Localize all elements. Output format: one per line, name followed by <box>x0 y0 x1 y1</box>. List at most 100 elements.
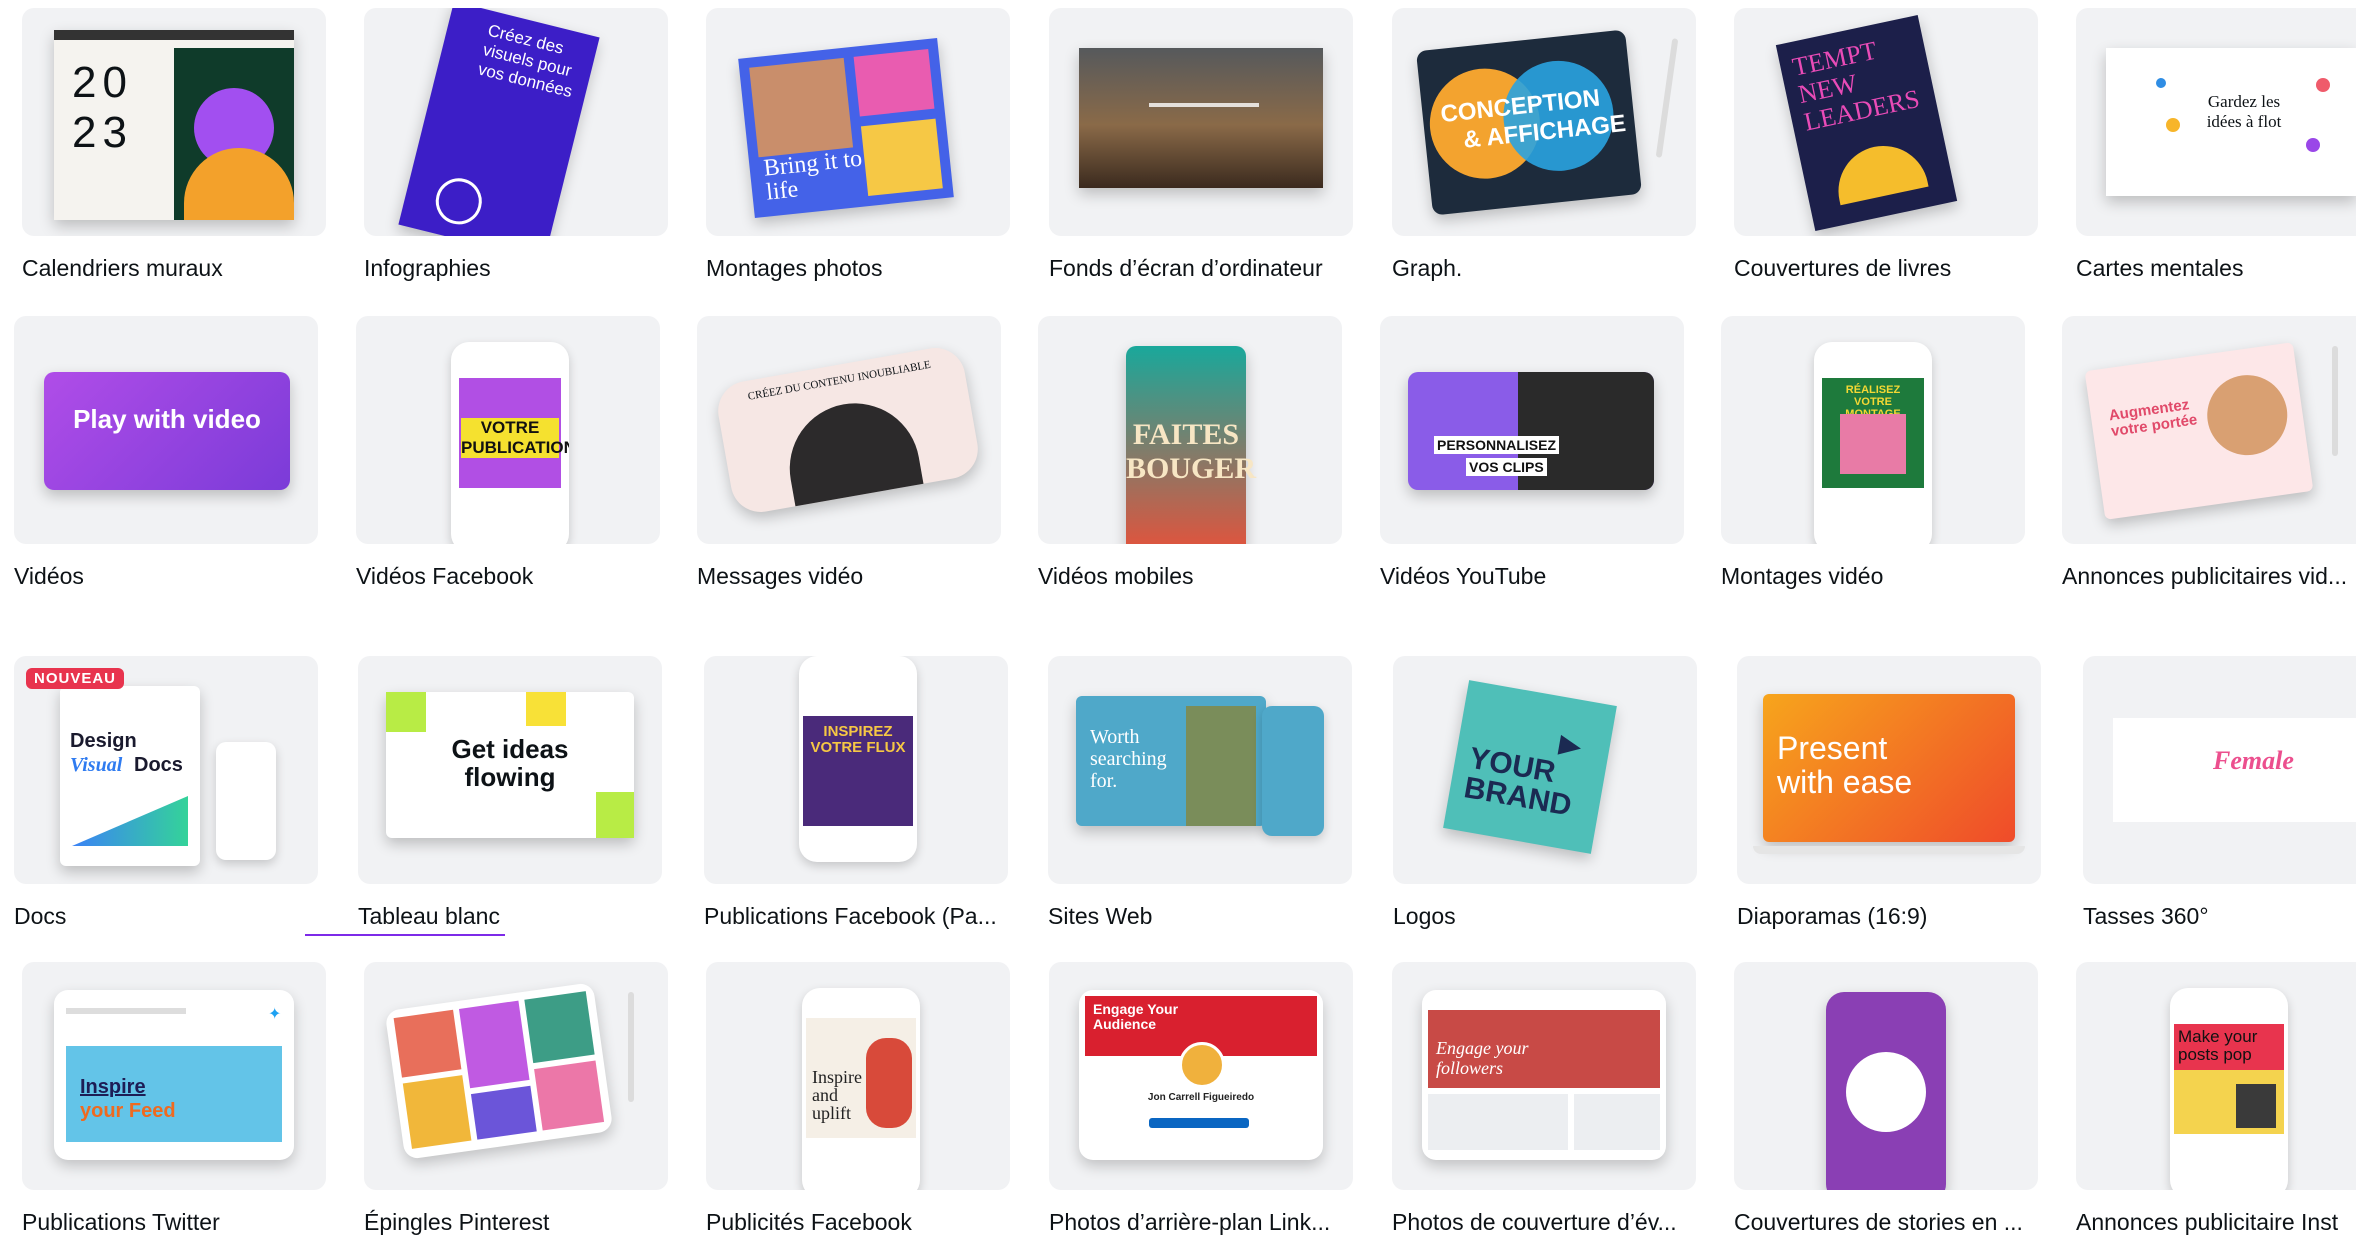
post-caption: INSPIREZ VOTRE FLUX <box>810 723 906 756</box>
ad-caption: Inspire and uplift <box>812 1067 862 1123</box>
tile-label: Annonces publicitaires vid... <box>2062 563 2348 589</box>
doc-page-preview: Design Visual Docs <box>60 686 200 866</box>
profile-name: Jon Carrell Figueiredo <box>1147 1092 1255 1103</box>
photo-flower <box>853 48 935 117</box>
post-image: INSPIREZ VOTRE FLUX <box>803 716 913 826</box>
tile-label: Publicités Facebook <box>706 1209 912 1235</box>
wallpaper-text-line <box>1149 103 1259 107</box>
food-photo <box>2202 369 2293 461</box>
thumbnail: Present with ease <box>1737 656 2041 884</box>
phone-mockup: Inspire and uplift <box>802 988 920 1190</box>
tile-label: Graph. <box>1392 255 1463 281</box>
phone-mockup: RÉALISEZ VOTRE MONTAGE <box>1814 342 1932 544</box>
ad-headline: Make your posts pop <box>2178 1027 2258 1064</box>
sticky-note <box>526 692 566 726</box>
calendar-year-top: 20 <box>72 58 133 107</box>
tile-label: Couvertures de livres <box>1734 255 1952 281</box>
tile-label: Fonds d’écran d’ordinateur <box>1049 255 1323 281</box>
tile-label: Logos <box>1393 903 1456 929</box>
mobile-video-caption: FAITES BOUGER <box>1126 418 1257 485</box>
content-block <box>1574 1094 1660 1150</box>
thumbnail: Play with video <box>14 316 318 544</box>
sticky-note <box>386 692 426 732</box>
event-cover-caption: Engage your followers <box>1436 1038 1529 1078</box>
spiral-binding <box>54 30 294 40</box>
tile-label: Tableau blanc <box>358 903 500 929</box>
doc-title-3: Docs <box>134 754 183 776</box>
tile-label: Messages vidéo <box>697 563 864 589</box>
video-preview: Play with video <box>44 372 290 490</box>
doc-chart <box>72 796 188 846</box>
tile-label: Publications Twitter <box>22 1209 220 1235</box>
thumbnail <box>1734 962 2038 1190</box>
slideshow-preview: Present with ease <box>1763 694 2015 842</box>
calendar-year-bottom: 23 <box>72 108 133 157</box>
website-headline: Worth searching for. <box>1090 726 1167 792</box>
laptop-base <box>1753 846 2025 854</box>
thumbnail: VOTRE PUBLICATION <box>356 316 660 544</box>
phone-doc-preview <box>216 742 276 860</box>
book-title: TEMPT NEW LEADERS <box>1789 35 1922 137</box>
logo-card-preview: YOUR BRAND <box>1443 680 1617 854</box>
pin-photo <box>534 1060 605 1131</box>
story-cover-preview <box>1826 992 1946 1190</box>
video-message-preview: CRÉEZ DU CONTENU INOUBLIABLE <box>713 343 983 517</box>
tablet-mockup: Engage your followers <box>1422 990 1666 1160</box>
tile-label: Photos de couverture d’év... <box>1392 1209 1677 1235</box>
banner-headline: Engage Your Audience <box>1093 1001 1179 1032</box>
thumbnail: Augmentez votre portée <box>2062 316 2356 544</box>
whiteboard-subtitle: flowing <box>464 762 556 792</box>
thumbnail: Make your posts pop <box>2076 962 2356 1190</box>
stylus-icon <box>1655 38 1679 158</box>
mobile-video-preview: FAITES BOUGER <box>1126 346 1257 544</box>
thumbnail: RÉALISEZ VOTRE MONTAGE <box>1721 316 2025 544</box>
post-caption: VOTRE PUBLICATION <box>461 418 569 458</box>
tile-label: Vidéos mobiles <box>1038 563 1194 589</box>
thumbnail: Engage your followers <box>1392 962 1696 1190</box>
mind-node <box>2156 78 2166 88</box>
doc-title-2: Visual <box>70 754 123 776</box>
thumbnail: Bring it to life <box>706 8 1010 236</box>
thumbnail: Female <box>2083 656 2356 884</box>
thumbnail: Inspire and uplift <box>706 962 1010 1190</box>
collage-preview: Bring it to life <box>738 37 954 219</box>
content-block <box>1428 1094 1568 1150</box>
video-ad-preview: Augmentez votre portée <box>2084 342 2314 520</box>
portrait-arch <box>779 393 924 507</box>
ad-photo <box>2236 1084 2276 1128</box>
tweet-image: Inspire your Feed <box>66 1046 282 1142</box>
phone-web-preview <box>1262 706 1324 836</box>
slide-title-1: Present <box>1777 730 1888 766</box>
connect-bar <box>1149 1118 1249 1128</box>
tile-label: Tasses 360° <box>2083 903 2209 929</box>
website-preview: Worth searching for. <box>1076 696 1266 826</box>
thumbnail: PERSONNALISEZ VOS CLIPS <box>1380 316 1684 544</box>
tile-label: Épingles Pinterest <box>364 1209 550 1235</box>
thumbnail: Worth searching for. <box>1048 656 1352 884</box>
sticky-note <box>596 792 634 838</box>
thumbnail: CRÉEZ DU CONTENU INOUBLIABLE <box>697 316 1001 544</box>
tile-label: Calendriers muraux <box>22 255 223 281</box>
thumbnail <box>364 962 668 1190</box>
tile-label: Diaporamas (16:9) <box>1737 903 1928 929</box>
twitter-bird-icon: ✦ <box>268 1006 282 1023</box>
product-photo <box>1186 706 1256 826</box>
slide-title-2: with ease <box>1777 764 1913 800</box>
tablet-mockup <box>384 982 614 1160</box>
tile-label: Infographies <box>364 255 491 281</box>
mind-node <box>2306 138 2320 152</box>
pin-photo <box>458 1000 530 1089</box>
tile-label: Vidéos Facebook <box>356 563 534 589</box>
hover-underline <box>305 934 505 936</box>
rainbow-icon <box>1846 1052 1926 1132</box>
tweet-header-line <box>66 1008 186 1014</box>
mind-map-preview: Gardez les idées à flot <box>2106 48 2356 196</box>
thumbnail: YOUR BRAND <box>1393 656 1697 884</box>
new-badge: NOUVEAU <box>26 668 125 689</box>
post-image: RÉALISEZ VOTRE MONTAGE <box>1822 378 1924 488</box>
tile-label: Sites Web <box>1048 903 1153 929</box>
umbrella-shape <box>1830 137 1929 206</box>
thumbnail: Design Visual Docs NOUVEAU <box>14 656 318 884</box>
tile-label: Montages photos <box>706 255 883 281</box>
ad-caption: Augmentez votre portée <box>2107 396 2199 441</box>
